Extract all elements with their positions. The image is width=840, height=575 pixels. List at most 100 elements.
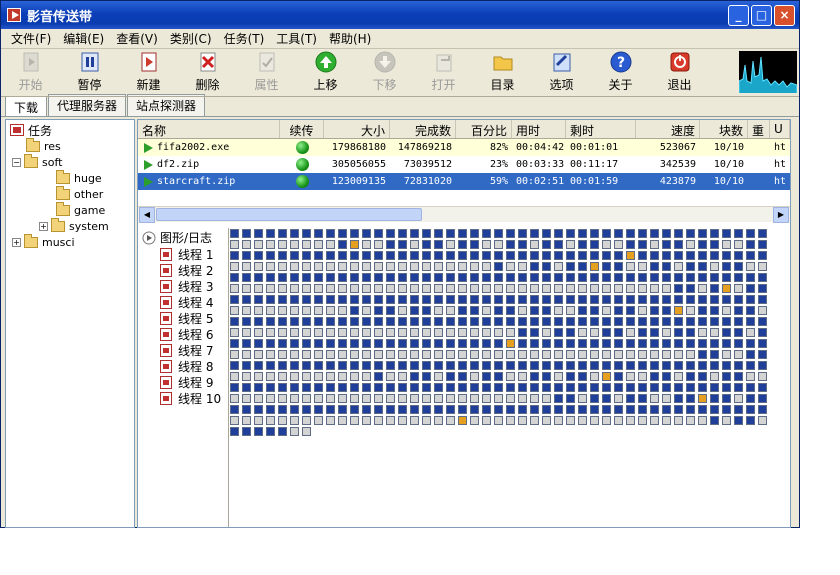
table-row[interactable]: df2.zip 305056055 73039512 23% 00:03:33 00:11… [138, 156, 790, 173]
thread-item[interactable]: 线程 1 [160, 246, 213, 263]
expand-icon[interactable]: + [39, 221, 48, 231]
properties-button[interactable]: 属性 [237, 49, 296, 95]
menu-edit[interactable]: 编辑(E) [57, 30, 110, 47]
tab-site-explorer[interactable]: 站点探测器 [127, 94, 206, 116]
exit-button[interactable]: 退出 [650, 49, 709, 95]
block-cell [410, 339, 419, 348]
col-resume[interactable]: 续传 [280, 120, 324, 138]
tree-item-huge[interactable]: huge [56, 169, 102, 185]
thread-item[interactable]: 线程 7 [160, 342, 213, 359]
table-row[interactable]: fifa2002.exe 179868180 147869218 82% 00:04:4… [138, 139, 790, 156]
thread-item[interactable]: 线程 2 [160, 262, 213, 279]
menu-view[interactable]: 查看(V) [110, 30, 164, 47]
col-speed[interactable]: 速度 [636, 120, 700, 138]
block-cell [386, 306, 395, 315]
block-cell [362, 273, 371, 282]
tree-item-musci[interactable]: + musci [12, 233, 75, 249]
block-cell [674, 394, 683, 403]
block-cell [470, 240, 479, 249]
pause-button[interactable]: 暂停 [60, 49, 119, 95]
block-cell [230, 339, 239, 348]
col-blocks[interactable]: 块数 [700, 120, 748, 138]
block-cell [542, 361, 551, 370]
maximize-button[interactable]: □ [751, 4, 772, 26]
block-cell [758, 273, 767, 282]
thread-item[interactable]: 线程 10 [160, 390, 221, 407]
col-name[interactable]: 名称 [138, 120, 280, 138]
block-cell [530, 372, 539, 381]
col-size[interactable]: 大小 [324, 120, 390, 138]
folder-button[interactable]: 目录 [473, 49, 532, 95]
menu-help[interactable]: 帮助(H) [323, 30, 377, 47]
thread-item[interactable]: 线程 4 [160, 294, 213, 311]
table-row[interactable]: starcraft.zip 123009135 72831020 59% 00:02:5… [138, 173, 790, 190]
block-cell [278, 284, 287, 293]
block-cell [626, 317, 635, 326]
col-retry[interactable]: 重 [748, 120, 770, 138]
scroll-right-icon[interactable]: ▶ [773, 207, 789, 223]
block-cell [326, 317, 335, 326]
block-cell [566, 317, 575, 326]
block-cell [410, 240, 419, 249]
thread-item[interactable]: 线程 5 [160, 310, 213, 327]
move-up-button[interactable]: 上移 [296, 49, 355, 95]
col-url[interactable]: U [770, 120, 790, 138]
thread-item[interactable]: 线程 3 [160, 278, 213, 295]
close-button[interactable]: × [774, 4, 795, 26]
tab-proxy[interactable]: 代理服务器 [48, 94, 127, 116]
options-button[interactable]: 选项 [532, 49, 591, 95]
block-cell [266, 361, 275, 370]
start-button[interactable]: 开始 [1, 49, 60, 95]
title-bar[interactable]: 影音传送带 _ □ × [1, 1, 799, 29]
block-cell [482, 262, 491, 271]
horizontal-scrollbar[interactable]: ◀ ▶ [138, 206, 790, 223]
graph-log-node[interactable]: 图形/日志 [142, 229, 212, 246]
block-cell [482, 306, 491, 315]
scroll-left-icon[interactable]: ◀ [139, 207, 155, 223]
scroll-thumb[interactable] [156, 208, 422, 221]
thread-item[interactable]: 线程 6 [160, 326, 213, 343]
block-cell [458, 328, 467, 337]
block-cell [470, 295, 479, 304]
move-down-button[interactable]: 下移 [355, 49, 414, 95]
tree-item-system[interactable]: + system [39, 217, 109, 233]
menu-category[interactable]: 类别(C) [164, 30, 218, 47]
about-button[interactable]: ? 关于 [591, 49, 650, 95]
thread-item[interactable]: 线程 8 [160, 358, 213, 375]
col-done[interactable]: 完成数 [390, 120, 456, 138]
menu-file[interactable]: 文件(F) [5, 30, 57, 47]
block-cell [506, 273, 515, 282]
block-cell [506, 317, 515, 326]
graph-log-label: 图形/日志 [160, 231, 213, 245]
open-button[interactable]: 打开 [414, 49, 473, 95]
thread-icon [160, 360, 172, 373]
delete-button[interactable]: 删除 [178, 49, 237, 95]
minimize-button[interactable]: _ [728, 4, 749, 26]
block-cell [458, 284, 467, 293]
collapse-icon[interactable]: − [12, 157, 21, 167]
block-cell [602, 405, 611, 414]
tree-item-game[interactable]: game [56, 201, 105, 217]
col-elapsed[interactable]: 用时 [512, 120, 566, 138]
block-cell [362, 306, 371, 315]
thread-item[interactable]: 线程 9 [160, 374, 213, 391]
new-button[interactable]: 新建 [119, 49, 178, 95]
tree-item-other[interactable]: other [56, 185, 103, 201]
block-cell [650, 416, 659, 425]
block-cell [722, 306, 731, 315]
tree-root[interactable]: 任务 [10, 123, 52, 138]
block-cell [446, 229, 455, 238]
tab-download[interactable]: 下载 [5, 96, 48, 116]
tree-item-soft[interactable]: − soft [12, 153, 62, 169]
tree-item-res[interactable]: res [26, 137, 61, 153]
block-cell [326, 262, 335, 271]
col-remaining[interactable]: 剩时 [566, 120, 636, 138]
block-cell [362, 284, 371, 293]
block-cell [554, 273, 563, 282]
menu-tools[interactable]: 工具(T) [270, 30, 323, 47]
expand-icon[interactable]: + [12, 237, 21, 247]
col-percent[interactable]: 百分比 [456, 120, 512, 138]
block-cell [458, 295, 467, 304]
block-cell [710, 383, 719, 392]
menu-task[interactable]: 任务(T) [218, 30, 271, 47]
